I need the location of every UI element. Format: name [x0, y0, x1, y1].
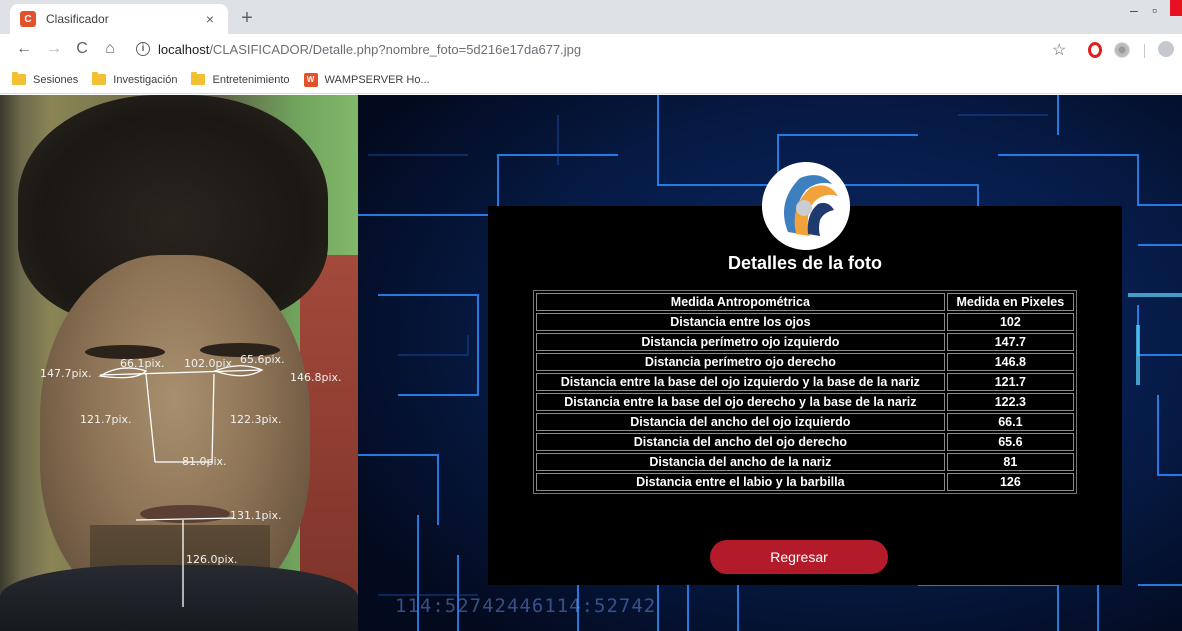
measure-name: Distancia entre la base del ojo izquierd… [536, 373, 945, 391]
folder-icon [92, 72, 107, 85]
measure-name: Distancia del ancho de la nariz [536, 453, 945, 471]
measure-value: 65.6 [946, 433, 1074, 451]
new-tab-icon[interactable]: + [236, 8, 258, 30]
address-bar: ← → C ⌂ i localhost/CLASIFICADOR/Detalle… [0, 34, 1182, 66]
table-row: Distancia entre el labio y la barbilla 12… [536, 473, 1074, 491]
bookmark-sesiones[interactable]: Sesiones [12, 72, 79, 86]
tab-favicon-icon: C [20, 11, 36, 27]
table-row: Distancia del ancho del ojo derecho 65.6 [536, 433, 1074, 451]
measure-value: 66.1 [946, 413, 1074, 431]
label-right-eye-nose: 122.3pix. [230, 413, 282, 426]
column-header: Medida en Pixeles [946, 293, 1074, 311]
bookmark-label: Sesiones [33, 73, 79, 86]
measures-table: Medida Antropométrica Medida en Pixeles … [533, 290, 1077, 494]
bookmark-investigacion[interactable]: Investigación [92, 72, 178, 86]
label-eye-distance: 102.0pix. [184, 357, 236, 370]
folder-icon [191, 72, 206, 85]
app-logo [762, 162, 850, 250]
measure-value: 81 [946, 453, 1074, 471]
label-right-eye-width: 65.6pix. [240, 353, 285, 366]
face-photo: 147.7pix. 66.1pix. 102.0pix. 65.6pix. 14… [0, 95, 358, 631]
table-row: Distancia perímetro ojo derecho 146.8 [536, 353, 1074, 371]
back-button[interactable]: Regresar [710, 540, 888, 574]
bookmarks-bar: Sesiones Investigación Entretenimiento W… [0, 66, 1182, 94]
bookmark-label: WAMPSERVER Ho... [324, 73, 430, 86]
table-row: Distancia del ancho del ojo izquierdo 66.… [536, 413, 1074, 431]
bookmark-label: Entretenimiento [212, 73, 290, 86]
measure-name: Distancia perímetro ojo izquierdo [536, 333, 945, 351]
measurement-overlay [98, 365, 264, 607]
minimize-icon[interactable]: – [1130, 2, 1138, 18]
toolbar-separator [1144, 44, 1145, 58]
browser-tab[interactable]: C Clasificador × [10, 4, 228, 34]
measure-value: 126 [946, 473, 1074, 491]
extension-icon[interactable] [1114, 42, 1130, 58]
reload-icon[interactable]: C [72, 40, 92, 58]
folder-icon [12, 72, 26, 85]
close-icon[interactable]: × [202, 11, 218, 27]
home-icon[interactable]: ⌂ [100, 40, 120, 58]
wamp-icon: W [303, 72, 318, 87]
measure-value: 147.7 [946, 333, 1074, 351]
window-close-icon[interactable] [1170, 0, 1182, 16]
label-left-eye-perimeter: 147.7pix. [40, 367, 92, 380]
measure-name: Distancia entre el labio y la barbilla [536, 473, 945, 491]
info-icon[interactable]: i [136, 42, 150, 56]
measure-name: Distancia entre la base del ojo derecho … [536, 393, 945, 411]
label-right-eye-perimeter: 146.8pix. [290, 371, 342, 384]
tab-title: Clasificador [46, 12, 109, 26]
table-header-row: Medida Antropométrica Medida en Pixeles [536, 293, 1074, 311]
url-host: localhost [158, 42, 210, 57]
measure-value: 121.7 [946, 373, 1074, 391]
label-lip-width: 131.1pix. [230, 509, 282, 522]
measure-name: Distancia del ancho del ojo derecho [536, 433, 945, 451]
column-header: Medida Antropométrica [536, 293, 945, 311]
profile-avatar-icon[interactable] [1158, 41, 1174, 57]
measure-value: 122.3 [946, 393, 1074, 411]
forward-arrow-icon[interactable]: → [44, 40, 64, 58]
label-lip-chin: 126.0pix. [186, 553, 238, 566]
table-row: Distancia entre los ojos 102 [536, 313, 1074, 331]
circuit-text: 114:52742446114:52742 [395, 595, 657, 617]
measure-name: Distancia perímetro ojo derecho [536, 353, 945, 371]
bookmark-wampserver[interactable]: W WAMPSERVER Ho... [303, 72, 430, 87]
logo-icon [762, 162, 850, 250]
back-arrow-icon[interactable]: ← [14, 40, 34, 58]
label-nose-width: 81.0pix. [182, 455, 227, 468]
maximize-icon[interactable]: ▫ [1152, 2, 1157, 18]
browser-tabbar: C Clasificador × + – ▫ [0, 0, 1182, 34]
table-row: Distancia entre la base del ojo derecho … [536, 393, 1074, 411]
measure-name: Distancia del ancho del ojo izquierdo [536, 413, 945, 431]
measure-name: Distancia entre los ojos [536, 313, 945, 331]
opera-extension-icon[interactable] [1088, 42, 1102, 58]
url-path: /CLASIFICADOR/Detalle.php?nombre_foto=5d… [209, 42, 582, 57]
bookmark-entretenimiento[interactable]: Entretenimiento [191, 72, 290, 86]
measure-value: 102 [946, 313, 1074, 331]
table-row: Distancia perímetro ojo izquierdo 147.7 [536, 333, 1074, 351]
page-title: Detalles de la foto [727, 253, 883, 273]
table-row: Distancia del ancho de la nariz 81 [536, 453, 1074, 471]
table-row: Distancia entre la base del ojo izquierd… [536, 373, 1074, 391]
measure-value: 146.8 [946, 353, 1074, 371]
label-left-eye-nose: 121.7pix. [80, 413, 132, 426]
url-field[interactable]: localhost/CLASIFICADOR/Detalle.php?nombr… [158, 42, 581, 57]
bookmark-star-icon[interactable]: ☆ [1052, 40, 1066, 60]
label-left-eye-width: 66.1pix. [120, 357, 165, 370]
bookmark-label: Investigación [113, 73, 178, 86]
